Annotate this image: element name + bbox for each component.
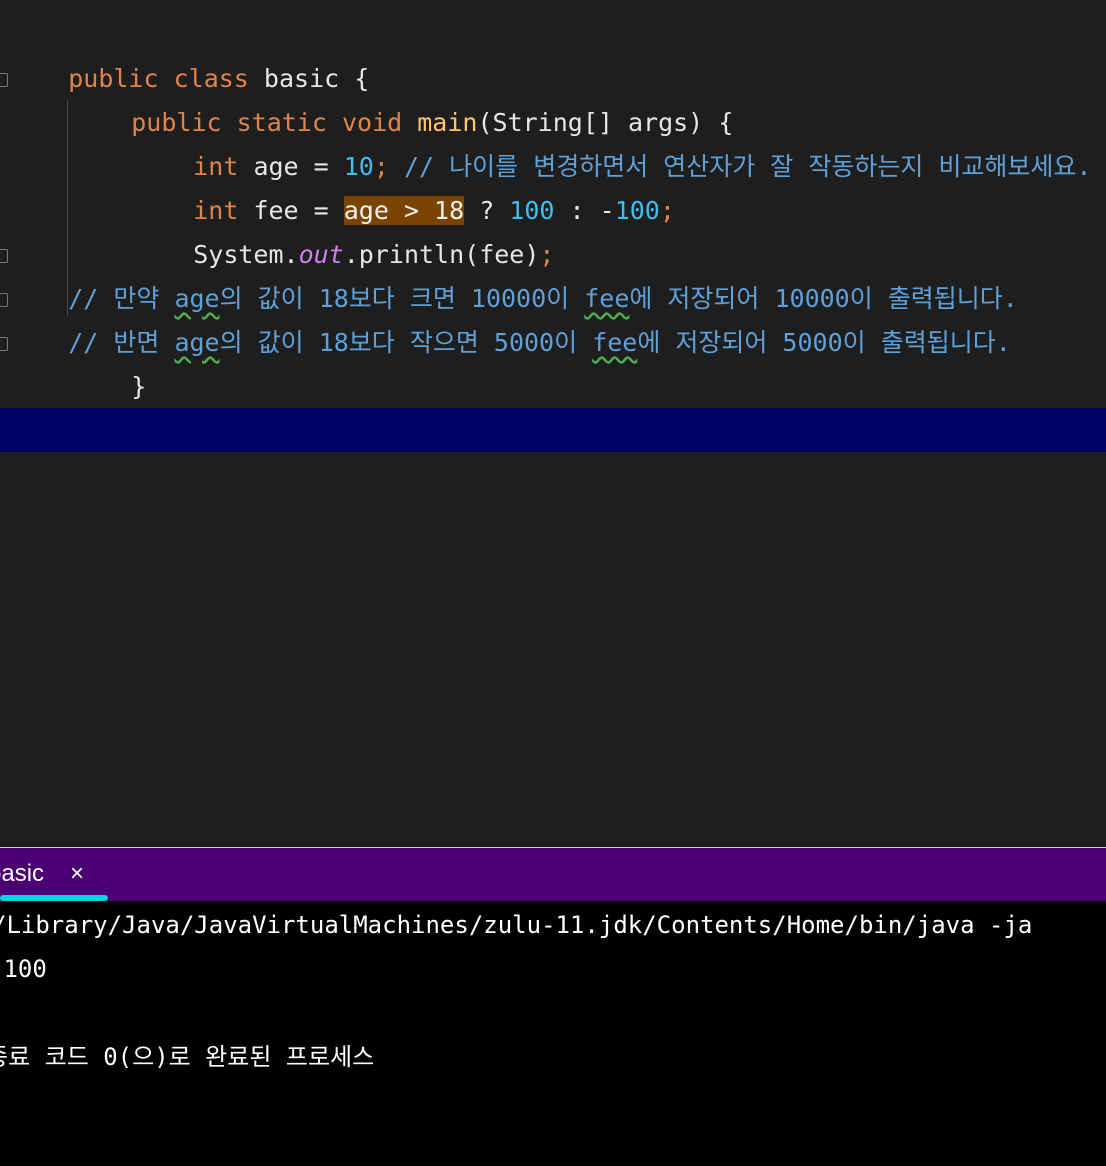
brace: } <box>131 372 147 401</box>
code-line-7[interactable]: // 반면 age의 값이 18보다 작으면 5000이 fee에 저장되어 5… <box>8 277 1011 357</box>
code-line-8[interactable]: } <box>71 321 146 401</box>
close-icon[interactable]: × <box>70 860 84 888</box>
code-editor[interactable]: public class basic { public static void … <box>0 0 1106 847</box>
console-line-exit: 종료 코드 0(으)로 완료된 프로세스 <box>0 1043 375 1071</box>
run-tab-basic[interactable]: basic × <box>0 848 108 901</box>
number-literal: 100 <box>614 196 660 225</box>
comment: 에 저장되어 5000이 출력됩니다. <box>637 328 1011 357</box>
code-line-3[interactable]: int age = 10; // 나이를 변경하면서 연산자가 잘 작동하는지 … <box>133 101 1091 181</box>
comment: 의 값이 18보다 작으면 5000이 <box>219 328 593 357</box>
run-console[interactable]: /Library/Java/JavaVirtualMachines/zulu-1… <box>0 901 1106 1166</box>
fold-marker-icon[interactable] <box>0 73 8 87</box>
code-line-4[interactable]: int fee = age > 18 ? 100 : -100; <box>133 145 675 225</box>
current-line-highlight[interactable] <box>0 408 1106 452</box>
console-line-command: /Library/Java/JavaVirtualMachines/zulu-1… <box>0 911 1033 939</box>
run-tool-window-tabbar: basic × <box>0 848 1106 901</box>
run-tab-label: basic <box>0 860 45 887</box>
code-line-1[interactable]: public class basic { <box>8 13 369 93</box>
fold-marker-icon[interactable] <box>0 249 8 263</box>
semicolon: ; <box>659 196 675 225</box>
code-line-5[interactable]: System.out.println(fee); <box>133 189 554 269</box>
typo-word: fee <box>592 328 638 357</box>
fold-marker-icon[interactable] <box>0 337 8 351</box>
code-line-6[interactable]: // 만약 age의 값이 18보다 크면 10000이 fee에 저장되어 1… <box>8 233 1018 313</box>
code-line-9[interactable]: } <box>8 365 83 445</box>
code-text: : - <box>554 196 615 225</box>
code-line-2[interactable]: public static void main(String[] args) { <box>71 57 733 137</box>
fold-marker-icon[interactable] <box>0 293 8 307</box>
console-line-output: -100 <box>0 955 47 983</box>
typo-word: age <box>174 328 220 357</box>
